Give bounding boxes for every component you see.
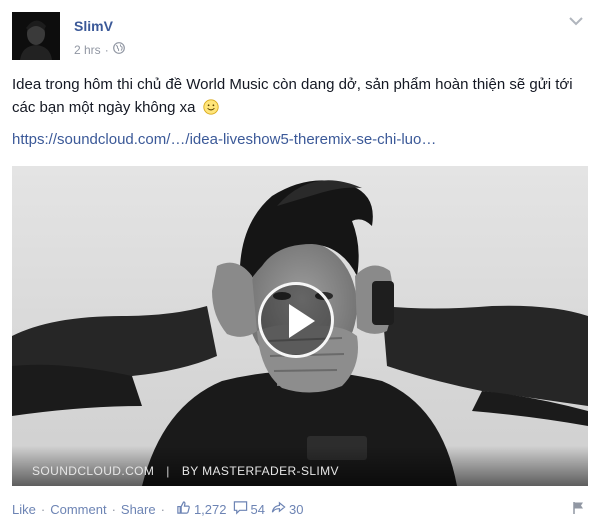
action-separator: · (160, 501, 165, 517)
action-separator: · (40, 501, 46, 517)
author-name[interactable]: SlimV (74, 18, 113, 34)
timestamp[interactable]: 2 hrs (74, 43, 101, 57)
post-body: Idea trong hôm thi chủ đề World Music cò… (12, 76, 573, 116)
shares-count-value: 30 (288, 501, 304, 517)
avatar[interactable] (12, 12, 60, 60)
play-button[interactable] (258, 282, 334, 358)
flag-icon[interactable] (572, 501, 586, 515)
share-button[interactable]: Share (121, 502, 156, 517)
comments-count[interactable]: 54 (233, 500, 265, 518)
likes-count-value: 1,272 (193, 501, 227, 517)
post-meta: 2 hrs · (74, 42, 125, 57)
media-source[interactable]: SOUNDCLOUD.COM (32, 464, 154, 478)
media-caption: SOUNDCLOUD.COM | BY MASTERFADER-SLIMV (12, 446, 588, 486)
like-button[interactable]: Like (12, 502, 36, 517)
action-separator: · (111, 501, 116, 517)
share-arrow-icon (271, 500, 286, 518)
comment-button[interactable]: Comment (50, 502, 106, 517)
thumbs-up-icon (176, 500, 191, 518)
media-attachment[interactable]: SOUNDCLOUD.COM | BY MASTERFADER-SLIMV (12, 166, 588, 486)
post-header: SlimV 2 hrs · (12, 12, 588, 60)
post-actions: Like · Comment · Share · 1,272 54 30 (12, 498, 588, 520)
globe-icon[interactable] (112, 42, 125, 57)
comments-count-value: 54 (250, 501, 265, 517)
play-icon (289, 304, 315, 338)
shares-count[interactable]: 30 (271, 500, 303, 518)
post-text: Idea trong hôm thi chủ đề World Music cò… (12, 73, 588, 122)
post-link[interactable]: https://soundcloud.com/…/idea-liveshow5-… (12, 131, 436, 148)
likes-count[interactable]: 1,272 (176, 500, 227, 518)
media-byline: BY MASTERFADER-SLIMV (181, 464, 339, 478)
chevron-down-icon[interactable] (568, 14, 584, 26)
smile-emoji-icon (202, 99, 219, 122)
caption-separator: | (166, 464, 170, 478)
comment-bubble-icon (233, 500, 248, 518)
